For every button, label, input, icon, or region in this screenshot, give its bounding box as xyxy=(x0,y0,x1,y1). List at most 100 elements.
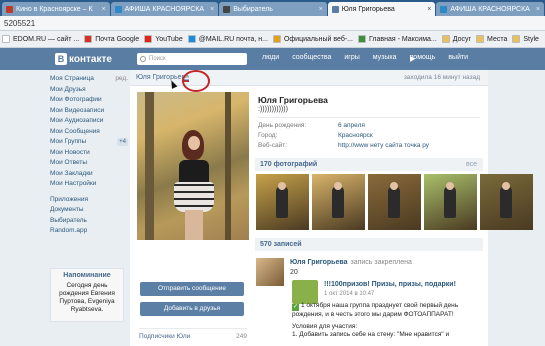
photo-figure xyxy=(500,186,512,218)
tab-label: АФИША КРАСНОЯРСКА xyxy=(450,5,530,13)
bookmark-icon xyxy=(476,35,485,43)
top-nav-3[interactable]: музыка xyxy=(373,54,397,61)
count-badge: +4 xyxy=(117,138,128,146)
tab-close-icon[interactable]: × xyxy=(319,6,323,13)
tab-close-icon[interactable]: × xyxy=(102,6,106,13)
profile-photo[interactable] xyxy=(137,92,249,240)
sidebar-item[interactable]: Мои Новости xyxy=(50,148,128,159)
top-nav-5[interactable]: выйти xyxy=(448,54,468,61)
search-input[interactable]: Поиск xyxy=(137,53,247,65)
add-friend-button[interactable]: Добавить в друзья xyxy=(140,302,244,316)
tab-close-icon[interactable]: × xyxy=(427,6,431,13)
sidebar-item-label: Мои Друзья xyxy=(50,85,86,93)
bookmark-icon xyxy=(2,35,10,43)
bookmark-item[interactable]: Досуг xyxy=(441,35,472,43)
tab-close-icon[interactable]: × xyxy=(210,6,214,13)
bookmark-label: Места xyxy=(487,35,508,43)
photos-section-header[interactable]: 170 фотографий все xyxy=(255,158,483,171)
sidebar-app-item[interactable]: Выбиратель xyxy=(50,216,128,227)
sidebar-item-label: Мои Группы xyxy=(50,138,87,145)
bookmark-item[interactable]: Style xyxy=(512,35,539,43)
photo-figure xyxy=(332,186,344,218)
photo-strip xyxy=(256,174,533,230)
bookmark-label: Официальный веб-... xyxy=(283,35,353,43)
vk-logo-text: контакте xyxy=(69,53,112,65)
bookmark-icon xyxy=(144,35,153,43)
bookmark-item[interactable]: YouTube xyxy=(144,35,183,43)
sidebar-item[interactable]: Мои Фотографии xyxy=(50,95,128,106)
info-value[interactable]: Красноярск xyxy=(338,132,373,139)
bookmark-label: Главная - Максима... xyxy=(369,35,437,43)
vk-logo[interactable]: В контакте xyxy=(55,53,112,65)
browser-tab[interactable]: Юля Григорьева × xyxy=(327,2,436,16)
bookmark-label: @MAIL.RU почта, н... xyxy=(198,35,268,43)
photo-thumbnail[interactable] xyxy=(480,174,533,230)
sidebar-item[interactable]: Мои Ответы xyxy=(50,158,128,169)
photo-thumbnail[interactable] xyxy=(424,174,477,230)
subscribers-link[interactable]: Подписчики Юли 249 xyxy=(139,328,247,340)
photo-figure xyxy=(444,186,456,218)
address-bar[interactable]: 5205521 xyxy=(0,16,545,31)
repost-title[interactable]: !!!100призов! Призы, призы, подарки! xyxy=(324,281,456,288)
sidebar-item-label: Моя Страница xyxy=(50,75,94,82)
info-value[interactable]: 6 апреля xyxy=(338,122,365,129)
bookmark-item[interactable]: Главная - Максима... xyxy=(358,35,437,43)
sidebar-item[interactable]: Мои Видеозаписи xyxy=(50,106,128,117)
reminder-text: Сегодня день рождения Евгения Пуртова, E… xyxy=(59,282,115,313)
bookmark-label: Style xyxy=(523,35,539,43)
photo-thumbnail[interactable] xyxy=(312,174,365,230)
tab-favicon-icon xyxy=(223,5,231,13)
tab-favicon-icon xyxy=(331,5,339,13)
top-nav-0[interactable]: люди xyxy=(262,54,279,61)
bookmark-icon xyxy=(512,35,521,43)
sidebar-app-item[interactable]: Документы xyxy=(50,205,128,216)
sidebar-item[interactable]: Мои Настройки xyxy=(50,179,128,190)
tab-label: Кино в Красноярске – К xyxy=(16,5,93,13)
sidebar-item[interactable]: Мои Закладки xyxy=(50,169,128,180)
repost-date[interactable]: 1 окт 2014 в 10:47 xyxy=(324,291,374,297)
search-icon xyxy=(140,56,146,62)
repost-group-avatar[interactable] xyxy=(292,280,318,304)
bookmark-item[interactable]: Места xyxy=(476,35,507,43)
bookmark-item[interactable]: EDOM.RU — сайт ... xyxy=(2,35,79,43)
browser-tab[interactable]: АФИША КРАСНОЯРСКА × xyxy=(110,2,219,16)
send-message-button[interactable]: Отправить сообщение xyxy=(140,282,244,296)
tab-label: АФИША КРАСНОЯРСКА xyxy=(124,5,205,13)
bookmark-label: Досуг xyxy=(452,35,472,43)
bookmark-label: YouTube xyxy=(155,35,183,43)
sidebar-item[interactable]: Мои Аудиозаписи xyxy=(50,116,128,127)
info-value[interactable]: http://www нету сайта точка ру xyxy=(338,142,429,149)
sidebar-app-item[interactable]: Random.app xyxy=(50,226,128,237)
tab-close-icon[interactable]: × xyxy=(536,6,540,13)
top-nav: люди сообщества игры музыка помощь выйти xyxy=(262,54,468,61)
sidebar-app-item[interactable]: Приложения xyxy=(50,195,128,206)
bookmark-item[interactable]: Официальный веб-... xyxy=(272,35,353,43)
url-text: 5205521 xyxy=(4,19,36,28)
browser-tab[interactable]: Выбиратель × xyxy=(219,2,327,16)
bookmark-item[interactable]: Почта Google xyxy=(84,35,139,43)
top-nav-1[interactable]: сообщества xyxy=(292,54,331,61)
photos-all-link[interactable]: все xyxy=(466,158,477,171)
info-key: День рождения: xyxy=(258,122,307,129)
post-author-avatar[interactable] xyxy=(256,258,284,286)
subscribers-count: 249 xyxy=(236,333,247,340)
photo-thumbnail[interactable] xyxy=(368,174,421,230)
bookmark-item[interactable]: @MAIL.RU почта, н... xyxy=(187,35,268,43)
browser-tab[interactable]: Кино в Красноярске – К × xyxy=(2,2,110,16)
subscribers-label: Подписчики Юли xyxy=(139,333,191,340)
post-author: Юля Григорьева запись закреплена xyxy=(290,259,412,266)
sidebar-item-label: Мои Настройки xyxy=(50,180,97,187)
bookmark-icon xyxy=(272,35,281,43)
browser-tab[interactable]: АФИША КРАСНОЯРСКА × xyxy=(436,2,544,16)
audio-play-icon[interactable] xyxy=(410,56,415,62)
post-author-name[interactable]: Юля Григорьева xyxy=(290,259,347,266)
sidebar-item[interactable]: Мои Группы +4 xyxy=(50,137,128,148)
sidebar-item[interactable]: Мои Сообщения xyxy=(50,127,128,138)
top-nav-2[interactable]: игры xyxy=(344,54,359,61)
sidebar-item-label: Мои Фотографии xyxy=(50,96,102,103)
tab-favicon-icon xyxy=(114,5,122,13)
sidebar-item[interactable]: Моя Страница ред. xyxy=(50,74,128,85)
photo-thumbnail[interactable] xyxy=(256,174,309,230)
sidebar-item[interactable]: Мои Друзья xyxy=(50,85,128,96)
edit-link[interactable]: ред. xyxy=(115,74,128,85)
